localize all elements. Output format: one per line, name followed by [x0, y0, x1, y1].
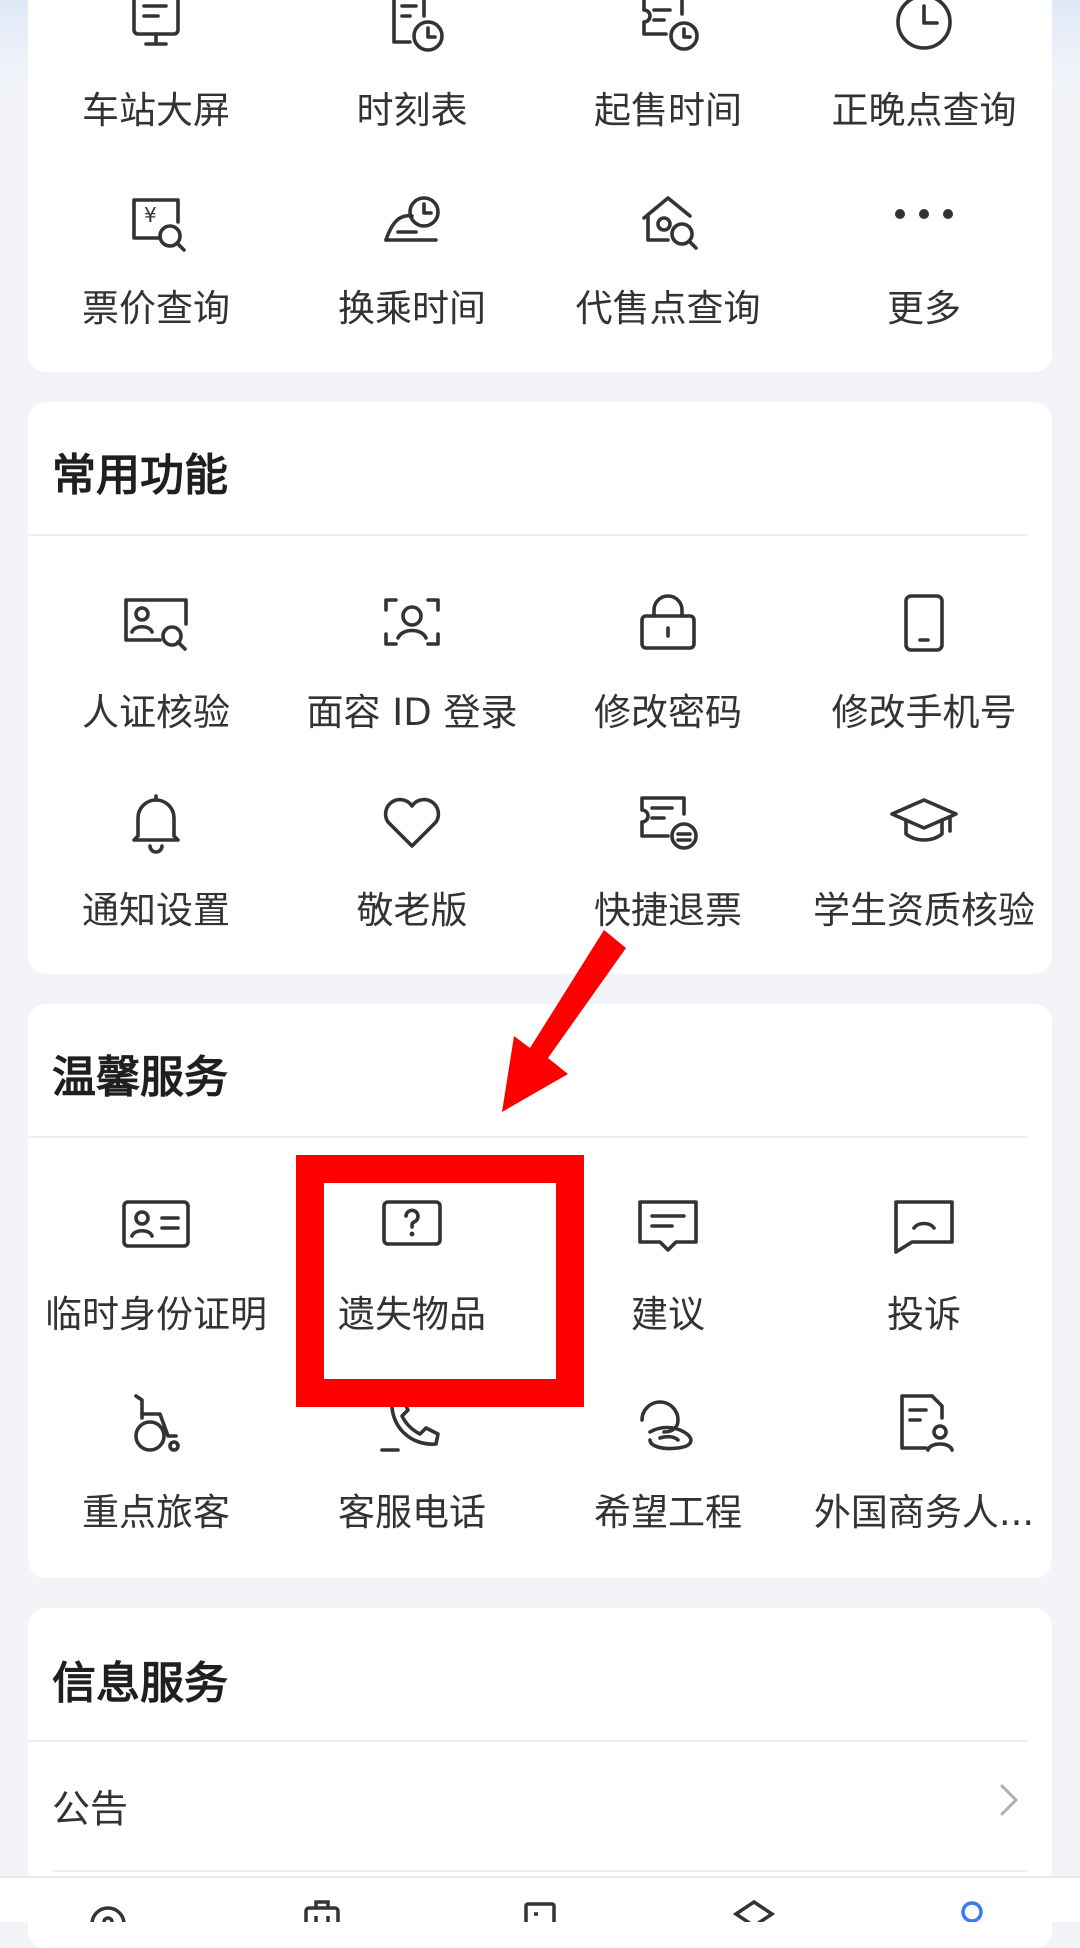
- quick-item-agency-query[interactable]: 代售点查询: [540, 188, 796, 378]
- common-item-label: 修改密码: [594, 691, 742, 734]
- quick-item-transfer-time[interactable]: 换乘时间: [284, 188, 540, 378]
- quick-services-card: 车站大屏 时刻表 起售时间 正晚点查询 ¥ 票价查询 换乘时间 代售点查询 更多: [28, 0, 1052, 372]
- warm-item-foreign-business[interactable]: 外国商务人...: [796, 1392, 1052, 1582]
- wheelchair-icon: [120, 1392, 192, 1464]
- quick-item-label: 车站大屏: [82, 89, 230, 132]
- common-item-label: 快捷退票: [594, 889, 742, 932]
- quick-item-label: 正晚点查询: [831, 89, 1017, 132]
- bottom-nav: [0, 1876, 1080, 1922]
- quick-item-fare-query[interactable]: ¥ 票价查询: [28, 188, 284, 378]
- sale-time-icon: [632, 0, 704, 62]
- face-id-icon: [376, 592, 448, 664]
- nav-orders-icon[interactable]: [516, 1894, 564, 1922]
- complaint-icon: [888, 1194, 960, 1266]
- chevron-right-icon: [988, 1776, 1028, 1824]
- common-item-label: 人证核验: [82, 691, 230, 734]
- timetable-icon: [376, 0, 448, 62]
- clock-icon: [888, 0, 960, 62]
- id-verify-icon: [120, 592, 192, 664]
- info-row-announcement[interactable]: 公告: [52, 1742, 1028, 1862]
- quick-item-station-screen[interactable]: 车站大屏: [28, 0, 284, 180]
- divider: [28, 1136, 1028, 1138]
- warm-item-label: 临时身份证明: [45, 1293, 267, 1336]
- warm-item-service-hotline[interactable]: 客服电话: [284, 1392, 540, 1582]
- fare-query-icon: ¥: [120, 188, 192, 260]
- common-item-student-verify[interactable]: 学生资质核验: [796, 790, 1052, 980]
- warm-item-label: 希望工程: [594, 1491, 742, 1534]
- more-icon: [888, 188, 960, 260]
- nav-home-icon[interactable]: [84, 1894, 132, 1922]
- quick-item-label: 换乘时间: [338, 287, 486, 330]
- highlight-box: [296, 1155, 584, 1407]
- suggestion-icon: [632, 1194, 704, 1266]
- hope-project-icon: [632, 1392, 704, 1464]
- bell-icon: [120, 790, 192, 862]
- phone-icon: [888, 592, 960, 664]
- refund-ticket-icon: [632, 790, 704, 862]
- warm-item-label: 投诉: [887, 1293, 961, 1336]
- temp-id-icon: [120, 1194, 192, 1266]
- quick-item-label: 时刻表: [356, 89, 468, 132]
- common-item-change-password[interactable]: 修改密码: [540, 592, 796, 782]
- heart-icon: [376, 790, 448, 862]
- section-title: 温馨服务: [52, 1052, 228, 1103]
- common-item-label: 面容 ID 登录: [306, 691, 518, 734]
- section-title: 信息服务: [52, 1658, 228, 1709]
- quick-item-label: 代售点查询: [575, 287, 761, 330]
- common-item-face-id[interactable]: 面容 ID 登录: [284, 592, 540, 782]
- quick-item-label: 票价查询: [82, 287, 230, 330]
- common-item-label: 敬老版: [356, 889, 468, 932]
- station-screen-icon: [120, 0, 192, 62]
- common-item-id-verify[interactable]: 人证核验: [28, 592, 284, 782]
- common-item-label: 通知设置: [82, 889, 230, 932]
- lock-icon: [632, 592, 704, 664]
- warm-item-temp-id[interactable]: 临时身份证明: [28, 1194, 284, 1384]
- common-functions-card: 常用功能 人证核验 面容 ID 登录 修改密码 修改手机号 通知设置 敬老版 快…: [28, 402, 1052, 974]
- quick-item-label: 更多: [887, 287, 961, 330]
- warm-item-complaint[interactable]: 投诉: [796, 1194, 1052, 1384]
- common-item-notification[interactable]: 通知设置: [28, 790, 284, 980]
- graduation-cap-icon: [888, 790, 960, 862]
- agency-query-icon: [632, 188, 704, 260]
- warm-item-label: 外国商务人...: [813, 1491, 1035, 1534]
- pointer-arrow-icon: [490, 930, 650, 1130]
- section-title: 常用功能: [52, 450, 228, 501]
- quick-item-label: 起售时间: [594, 89, 742, 132]
- svg-text:¥: ¥: [144, 203, 157, 227]
- warm-item-hope-project[interactable]: 希望工程: [540, 1392, 796, 1582]
- quick-item-ontime-query[interactable]: 正晚点查询: [796, 0, 1052, 180]
- foreign-business-icon: [888, 1392, 960, 1464]
- warm-item-label: 客服电话: [338, 1491, 486, 1534]
- divider: [28, 534, 1028, 536]
- common-item-change-phone[interactable]: 修改手机号: [796, 592, 1052, 782]
- transfer-time-icon: [376, 188, 448, 260]
- nav-travel-icon[interactable]: [298, 1894, 346, 1922]
- quick-item-sale-time[interactable]: 起售时间: [540, 0, 796, 180]
- info-row-label: 公告: [52, 1787, 129, 1831]
- nav-service-icon[interactable]: [730, 1894, 778, 1922]
- quick-item-more[interactable]: 更多: [796, 188, 1052, 378]
- quick-item-timetable[interactable]: 时刻表: [284, 0, 540, 180]
- divider: [52, 1870, 1028, 1872]
- warm-item-priority-passenger[interactable]: 重点旅客: [28, 1392, 284, 1582]
- nav-profile-icon[interactable]: [948, 1894, 996, 1922]
- warm-item-label: 重点旅客: [82, 1491, 230, 1534]
- common-item-label: 学生资质核验: [813, 889, 1035, 932]
- common-item-label: 修改手机号: [831, 691, 1017, 734]
